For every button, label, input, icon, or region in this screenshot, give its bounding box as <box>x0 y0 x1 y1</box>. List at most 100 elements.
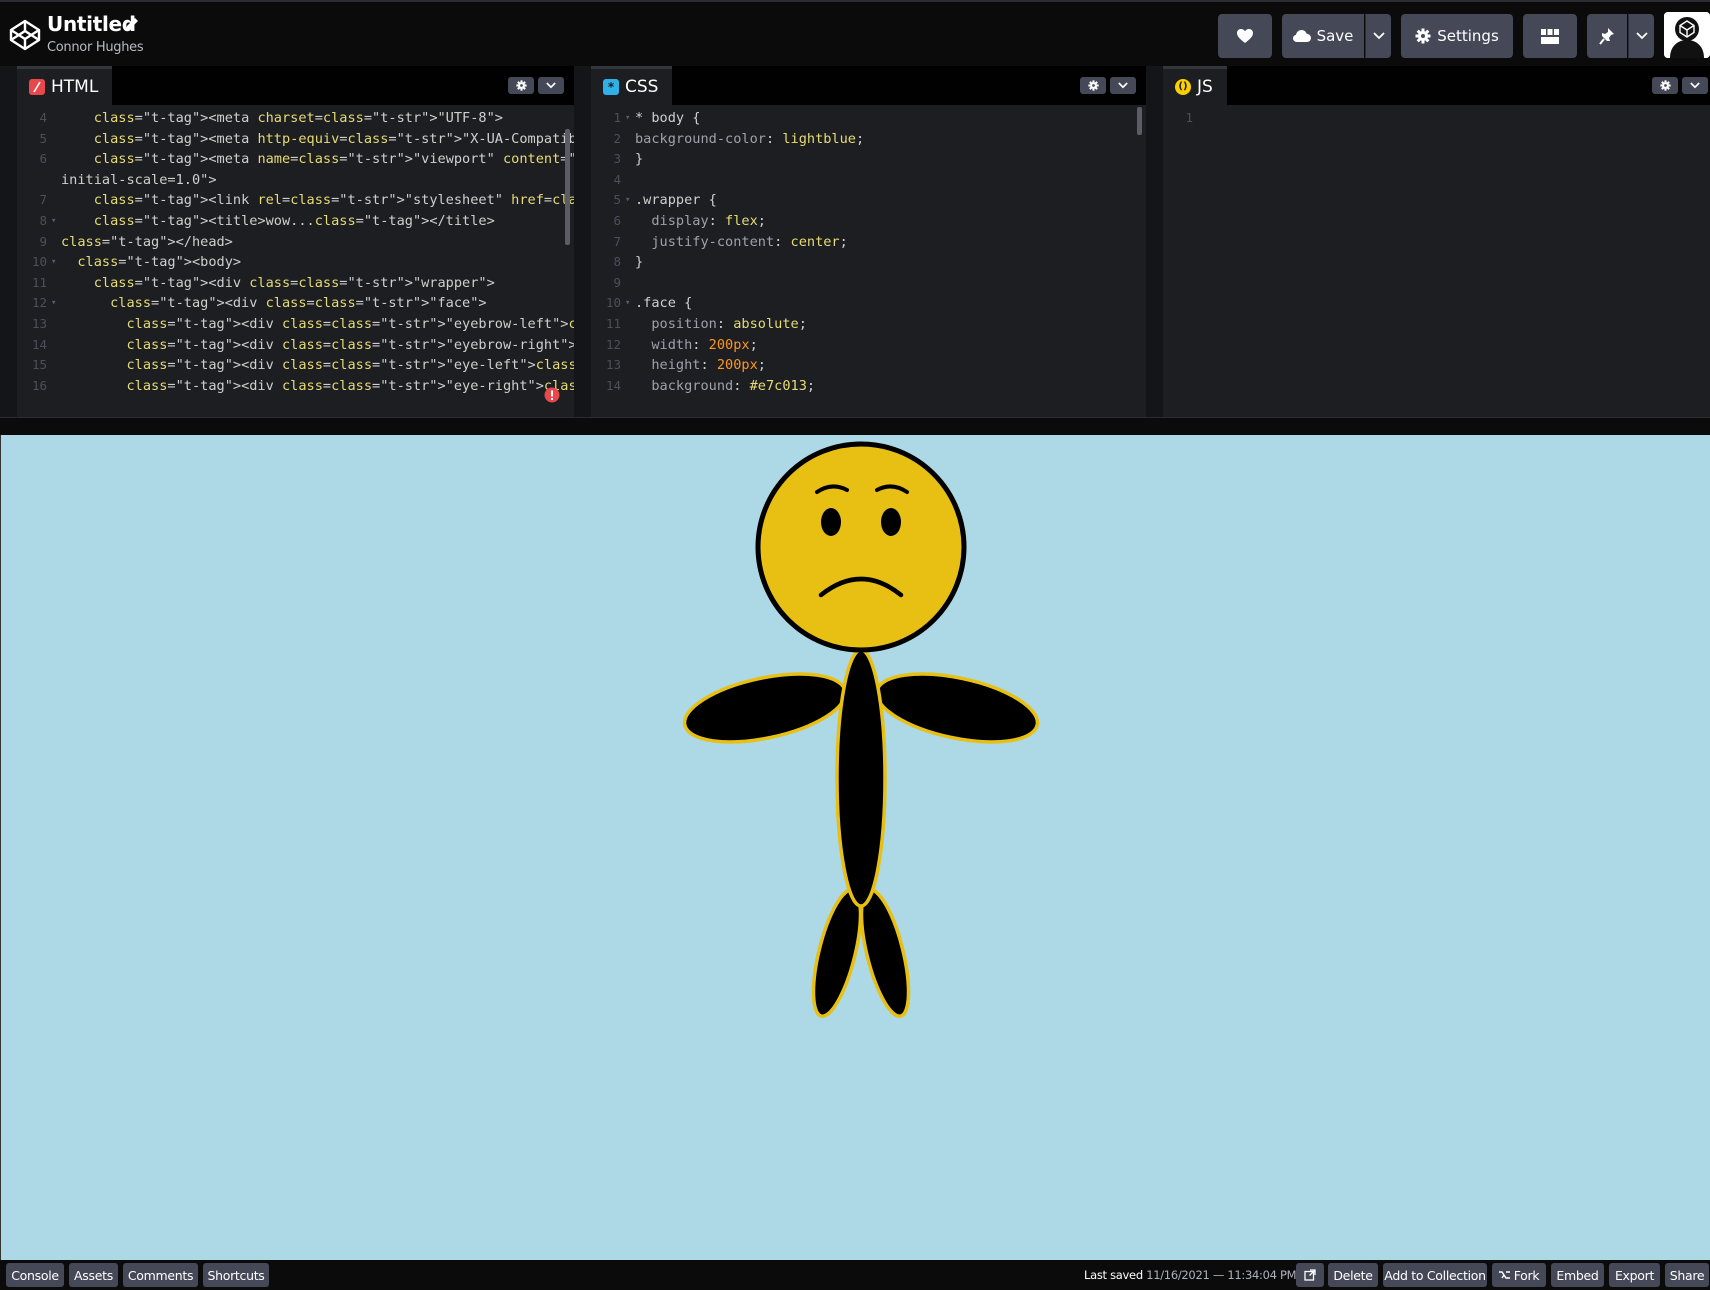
chevron-down-icon <box>1118 82 1128 89</box>
fold-toggle-icon[interactable]: ▾ <box>625 292 630 314</box>
fold-toggle-icon[interactable]: ▾ <box>625 107 630 129</box>
code-line: 15 class="t-tag"><div class=class="t-str… <box>17 354 574 376</box>
code-text: background-color: lightblue; <box>635 130 865 147</box>
chevron-down-icon <box>1372 32 1385 40</box>
line-number: 5 <box>39 130 47 146</box>
editor-divider[interactable] <box>1146 66 1160 417</box>
code-text: class="t-tag"><meta http-equiv=class="t-… <box>93 130 574 147</box>
user-avatar[interactable] <box>1664 12 1710 58</box>
code-text: class="t-tag"></head> <box>61 233 233 250</box>
pen-author[interactable]: Connor Hughes <box>47 40 144 55</box>
line-number: 13 <box>31 316 47 331</box>
code-line: 9 class="t-tag"></head> <box>17 231 574 253</box>
code-line: 8 ▾ class="t-tag"><title>wow...class="t-t… <box>17 210 574 232</box>
shortcuts-button[interactable]: Shortcuts <box>203 1263 269 1287</box>
fork-button[interactable]: Fork <box>1492 1263 1546 1287</box>
tab-html[interactable]: HTML <box>17 66 113 105</box>
settings-button[interactable]: Settings <box>1401 14 1513 58</box>
line-number: 6 <box>613 213 621 228</box>
line-number: 2 <box>613 130 621 146</box>
change-view-button[interactable] <box>1523 14 1577 58</box>
open-in-new-window-button[interactable] <box>1296 1263 1324 1287</box>
line-number: 14 <box>605 377 621 393</box>
result-preview[interactable] <box>0 435 1710 1260</box>
export-button[interactable]: Export <box>1609 1263 1660 1287</box>
code-line: 7 class="t-tag"><link rel=class="t-str">… <box>17 189 574 211</box>
html-settings-button[interactable] <box>508 77 534 94</box>
chevron-down-icon <box>546 82 556 89</box>
code-line: 14 background: #e7c013; <box>591 375 1146 397</box>
embed-button[interactable]: Embed <box>1551 1263 1604 1287</box>
code-line: 12 width: 200px; <box>591 334 1146 356</box>
code-text: display: flex; <box>651 213 766 229</box>
cloud-icon <box>1292 30 1311 42</box>
footer-bar: Console Assets Comments Shortcuts Last s… <box>0 1260 1710 1290</box>
code-line: 6 class="t-tag"><meta name=class="t-str"… <box>17 148 574 170</box>
css-collapse-button[interactable] <box>1110 77 1136 94</box>
tab-css[interactable]: * CSS <box>591 66 673 105</box>
js-code-area[interactable]: 1 <box>1163 105 1710 417</box>
comments-button[interactable]: Comments <box>123 1263 198 1287</box>
delete-button[interactable]: Delete <box>1328 1263 1378 1287</box>
code-text: initial-scale=1.0"> <box>61 171 217 188</box>
preview-resizer[interactable] <box>0 417 1710 435</box>
share-button[interactable]: Share <box>1665 1263 1709 1287</box>
console-button[interactable]: Console <box>6 1263 64 1287</box>
fold-toggle-icon[interactable]: ▾ <box>51 292 56 314</box>
line-number: 8 <box>613 254 621 270</box>
save-options-button[interactable] <box>1365 14 1391 58</box>
fold-toggle-icon[interactable]: ▾ <box>51 251 56 273</box>
html-code-area[interactable]: 4 class="t-tag"><meta charset=class="t-s… <box>17 105 574 417</box>
line-number: 1 <box>1185 110 1193 125</box>
error-icon[interactable] <box>544 387 560 403</box>
line-number: 4 <box>39 110 47 125</box>
eye-right <box>881 508 901 536</box>
css-code-area[interactable]: 1 ▾ * body {2 background-color: lightblue; 3… <box>591 105 1146 417</box>
html-editor: HTML 4 class="t-tag"><meta charset=class… <box>17 66 574 417</box>
code-text: class="t-tag"><div class=class="t-str">"… <box>93 274 495 291</box>
html-collapse-button[interactable] <box>538 77 564 94</box>
code-text: } <box>635 254 644 271</box>
save-label: Save <box>1316 27 1354 45</box>
line-number: 11 <box>31 274 47 290</box>
code-line: 4 class="t-tag"><meta charset=class="t-s… <box>17 107 574 129</box>
code-text: * body { <box>635 110 701 126</box>
css-settings-button[interactable] <box>1080 77 1106 94</box>
line-number: 1 <box>613 110 621 125</box>
like-button[interactable] <box>1218 14 1272 58</box>
fold-toggle-icon[interactable]: ▾ <box>51 210 56 232</box>
pencil-icon[interactable] <box>124 16 140 32</box>
line-number: 16 <box>31 377 47 393</box>
js-settings-button[interactable] <box>1652 77 1678 94</box>
code-line: 4 <box>591 169 1146 191</box>
fold-toggle-icon[interactable]: ▾ <box>625 189 630 211</box>
js-editor-header: () JS <box>1163 66 1710 105</box>
pin-button[interactable] <box>1587 14 1627 58</box>
code-line: 7 justify-content: center; <box>591 231 1146 253</box>
code-text: .wrapper { <box>635 192 717 209</box>
code-text: position: absolute; <box>651 316 807 332</box>
face <box>755 441 967 653</box>
tab-js[interactable]: () JS <box>1163 66 1227 105</box>
assets-button[interactable]: Assets <box>69 1263 118 1287</box>
code-line: 12 ▾ class="t-tag"><div class=class="t-st… <box>17 292 574 314</box>
line-number: 6 <box>39 151 47 167</box>
codepen-logo-icon[interactable] <box>8 18 42 52</box>
css-scrollbar[interactable] <box>1137 107 1142 135</box>
add-to-collection-button[interactable]: Add to Collection <box>1383 1263 1487 1287</box>
line-number: 10 <box>31 254 47 270</box>
save-button[interactable]: Save <box>1282 14 1364 58</box>
pen-title[interactable]: Untitled <box>47 12 136 36</box>
last-saved-label: Last saved <box>1084 1268 1143 1282</box>
code-text: height: 200px; <box>651 357 766 374</box>
pin-options-button[interactable] <box>1628 14 1654 58</box>
css-editor-header: * CSS <box>591 66 1146 105</box>
line-number: 13 <box>605 357 621 373</box>
line-number: 10 <box>605 295 621 311</box>
js-collapse-button[interactable] <box>1682 77 1708 94</box>
editor-divider[interactable] <box>574 66 588 417</box>
line-number: 9 <box>613 274 621 290</box>
html-scrollbar[interactable] <box>565 129 570 245</box>
code-line: 13 height: 200px; <box>591 354 1146 376</box>
last-saved-time: 11/16/2021 — 11:34:04 PM <box>1146 1268 1297 1282</box>
